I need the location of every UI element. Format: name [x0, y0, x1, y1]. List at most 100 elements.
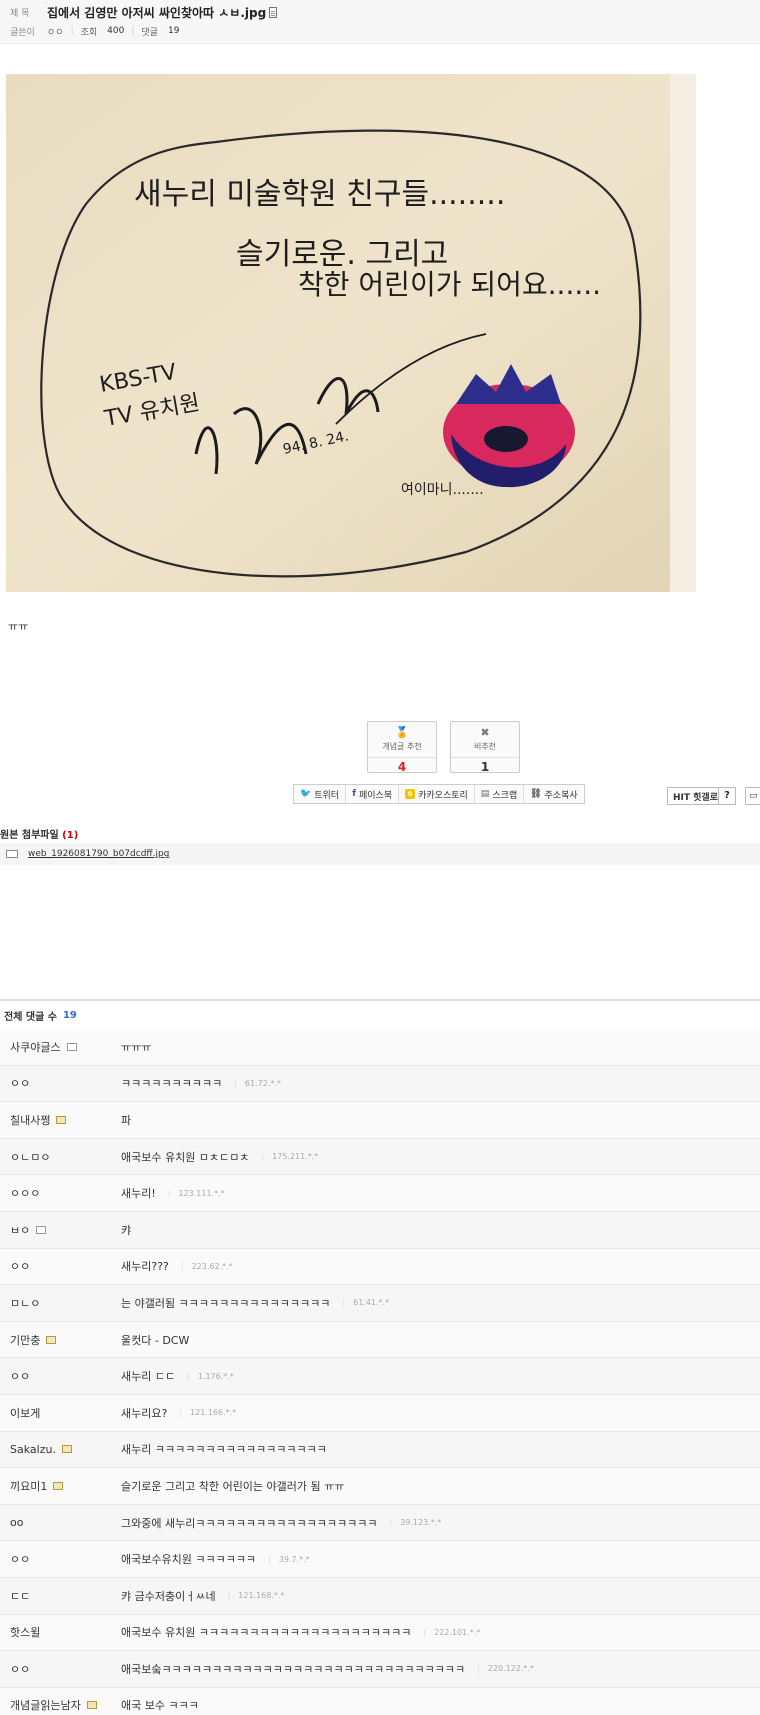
comment-text: 그와중에 새누리ㅋㅋㅋㅋㅋㅋㅋㅋㅋㅋㅋㅋㅋㅋㅋㅋㅋㅋ: [121, 1516, 378, 1530]
comment-ip: 123.111.*.*: [168, 1189, 224, 1198]
comment-author[interactable]: ㄷㄷ: [0, 1588, 121, 1604]
post-image[interactable]: 새누리 미술학원 친구들........ 슬기로운. 그리고 착한 어린이가 되…: [6, 74, 696, 592]
comment-row: ㅇㅇ애국보숰ㅋㅋㅋㅋㅋㅋㅋㅋㅋㅋㅋㅋㅋㅋㅋㅋㅋㅋㅋㅋㅋㅋㅋㅋㅋㅋㅋㅋㅋㅋ 220.…: [0, 1651, 760, 1688]
comment-author[interactable]: ㅂㅇ: [0, 1222, 121, 1238]
comment-row: 핫스윌애국보수 유치원 ㅋㅋㅋㅋㅋㅋㅋㅋㅋㅋㅋㅋㅋㅋㅋㅋㅋㅋㅋㅋㅋ 222.101…: [0, 1614, 760, 1652]
comment-row: 이보게새누리요? 121.166.*.*: [0, 1394, 760, 1432]
comment-text: 캬: [121, 1223, 132, 1237]
comment-author[interactable]: 칠내사쩡: [0, 1112, 121, 1128]
twitter-share-button[interactable]: 🐦 트위터: [294, 785, 347, 803]
x-icon: ✖: [480, 726, 490, 739]
comment-text: 파: [121, 1113, 132, 1127]
gallog-user-icon: [46, 1335, 57, 1344]
comment-row: ㅇㅇㅇ새누리! 123.111.*.*: [0, 1175, 760, 1212]
medal-icon: 🏅: [395, 726, 409, 739]
comment-row: 사쿠야글스 ㅠㅠㅠ: [0, 1029, 760, 1066]
comment-text: 울컷다 - DCW: [121, 1333, 190, 1347]
comments-count: 19: [167, 26, 180, 36]
attachment-link[interactable]: web_1926081790_b07dcdff.jpg: [28, 849, 169, 859]
comment-author[interactable]: ㅇㅇ: [0, 1258, 121, 1274]
comment-ip: 222.101.*.*: [423, 1628, 480, 1637]
comment-row: ㅂㅇ 캬: [0, 1211, 760, 1249]
comment-author[interactable]: ㅇㄴㅁㅇ: [0, 1149, 121, 1165]
comment-author[interactable]: ㅁㄴㅇ: [0, 1295, 121, 1311]
comment-author[interactable]: 핫스윌: [0, 1624, 121, 1640]
comments-label: 댓글: [141, 27, 158, 38]
comment-author[interactable]: ㅇㅇ: [0, 1661, 121, 1677]
facebook-share-button[interactable]: f 페이스북: [346, 785, 400, 803]
comment-row: 끼요미1 슬기로운 그리고 착한 어린이는 야갤러가 됨 ㅠㅠ: [0, 1468, 760, 1505]
gallog-user-icon: [53, 1481, 64, 1490]
comment-author[interactable]: ㅇㅇ: [0, 1551, 121, 1567]
comment-author[interactable]: ㅇㅇ: [0, 1368, 121, 1384]
comment-text: 새누리 ㅋㅋㅋㅋㅋㅋㅋㅋㅋㅋㅋㅋㅋㅋㅋㅋㅋ: [121, 1443, 327, 1457]
mom-text: 여이마니.......: [401, 482, 484, 498]
share-bar: 🐦 트위터 f 페이스북 s 카카오스토리 ▤ 스크랩 ⛓ 주소복사: [293, 784, 585, 804]
comment-author[interactable]: 끼요미1: [0, 1478, 121, 1494]
comment-ip: 121.166.*.*: [179, 1408, 236, 1417]
handwriting-line-2: 슬기로운. 그리고: [236, 237, 448, 272]
comment-text: 애국 보수 ㅋㅋㅋ: [121, 1699, 199, 1713]
post-title: 집에서 김영만 아저씨 싸인찾아따 ㅅㅂ.jpg: [47, 5, 267, 20]
not-recommend-button[interactable]: ✖ 비추천 1: [450, 721, 520, 774]
recommend-button[interactable]: 🏅 개념글 추천 4: [367, 721, 437, 774]
scrap-button[interactable]: ▤ 스크랩: [475, 785, 525, 803]
comment-ip: 1.176.*.*: [187, 1372, 234, 1381]
post-header: 제 목 집에서 김영만 아저씨 싸인찾아따 ㅅㅂ.jpg 글쓴이 ㅇㅇ | 조회…: [0, 0, 760, 44]
gallog-user-icon: [86, 1701, 97, 1710]
comment-ip: 39.7.*.*: [268, 1555, 310, 1564]
fixed-user-icon: [66, 1042, 77, 1051]
help-button[interactable]: ?: [718, 787, 736, 805]
comment-author[interactable]: ㅇㅇㅇ: [0, 1185, 121, 1201]
comment-author[interactable]: 이보게: [0, 1405, 121, 1421]
attachment-title: 원본 첨부파일 (1): [0, 830, 79, 841]
title-row: 제 목 집에서 김영만 아저씨 싸인찾아따 ㅅㅂ.jpg: [10, 4, 278, 20]
comment-ip: 39.123.*.*: [390, 1518, 441, 1527]
views-label: 조회: [80, 27, 98, 38]
comment-row: 기만충 울컷다 - DCW: [0, 1321, 760, 1359]
comment-text: 새누리요?: [121, 1406, 168, 1420]
comment-author[interactable]: ㅇㅇ: [0, 1075, 121, 1091]
copy-url-button[interactable]: ⛓ 주소복사: [524, 785, 584, 803]
attachment-row: web_1926081790_b07dcdff.jpg: [0, 843, 760, 865]
comment-icon-button[interactable]: ▭: [745, 787, 760, 805]
twitter-icon: 🐦: [300, 789, 312, 799]
comment-author[interactable]: 사쿠야글스: [0, 1039, 121, 1055]
comment-author[interactable]: oo: [0, 1516, 121, 1529]
not-recommend-count: 1: [451, 757, 519, 774]
kakaostory-share-button[interactable]: s 카카오스토리: [399, 785, 475, 803]
kakaostory-icon: s: [405, 789, 416, 799]
comment-row: 칠내사쩡 파: [0, 1102, 760, 1139]
image-file-icon: [269, 6, 278, 18]
image-file-icon: [6, 850, 18, 858]
comment-ip: 220.122.*.*: [477, 1664, 534, 1673]
comment-text: 애국보수 유치원 ㅁㅊㄷㅁㅊ: [121, 1150, 250, 1164]
comment-row: Sakalzu. 새누리 ㅋㅋㅋㅋㅋㅋㅋㅋㅋㅋㅋㅋㅋㅋㅋㅋㅋ: [0, 1431, 760, 1469]
comment-text: ㅋㅋㅋㅋㅋㅋㅋㅋㅋㅋ: [121, 1077, 223, 1091]
comment-row: ㅇㅇ애국보수유치원 ㅋㅋㅋㅋㅋㅋ 39.7.*.*: [0, 1541, 760, 1578]
handwriting-line-1: 새누리 미술학원 친구들........: [134, 177, 505, 212]
comment-row: ㅇㅇ새누리 ㄷㄷ 1.176.*.*: [0, 1358, 760, 1395]
comment-ip: 121.168.*.*: [228, 1591, 284, 1600]
comment-text: 캬 금수저충이ㅓㅆ네: [121, 1589, 216, 1603]
comment-author[interactable]: 개념글읽는남자: [0, 1697, 121, 1713]
comment-text: 는 야갤러됨 ㅋㅋㅋㅋㅋㅋㅋㅋㅋㅋㅋㅋㅋㅋㅋ: [121, 1296, 331, 1310]
comment-list: 사쿠야글스ㅠㅠㅠㅇㅇㅋㅋㅋㅋㅋㅋㅋㅋㅋㅋ61.72.*.*칠내사쩡파ㅇㄴㅁㅇ애국…: [0, 1029, 760, 1715]
comment-header: 전체 댓글 수 19: [0, 999, 760, 1029]
comment-ip: 175.211.*.*: [261, 1152, 318, 1161]
comment-text: 애국보수유치원 ㅋㅋㅋㅋㅋㅋ: [121, 1553, 257, 1567]
comment-text: 애국보숰ㅋㅋㅋㅋㅋㅋㅋㅋㅋㅋㅋㅋㅋㅋㅋㅋㅋㅋㅋㅋㅋㅋㅋㅋㅋㅋㅋㅋㅋㅋ: [121, 1662, 466, 1676]
comment-ip: 61.72.*.*: [234, 1079, 281, 1088]
comment-text: 새누리!: [121, 1187, 156, 1201]
comment-ip: 61.41.*.*: [342, 1298, 389, 1307]
comment-author[interactable]: 기만충: [0, 1332, 121, 1348]
fixed-user-icon: [36, 1225, 47, 1234]
comment-text: ㅠㅠㅠ: [121, 1040, 152, 1054]
hit-gallery-button[interactable]: HIT 힛갤로: [667, 787, 724, 805]
gallog-user-icon: [61, 1445, 72, 1454]
author-name[interactable]: ㅇㅇ: [47, 25, 64, 38]
handwriting-line-3: 착한 어린이가 되어요......: [298, 268, 601, 301]
comment-section: 전체 댓글 수 19 사쿠야글스ㅠㅠㅠㅇㅇㅋㅋㅋㅋㅋㅋㅋㅋㅋㅋ61.72.*.*…: [0, 999, 760, 1715]
comment-author[interactable]: Sakalzu.: [0, 1443, 121, 1456]
comment-row: 개념글읽는남자 애국 보수 ㅋㅋㅋ: [0, 1687, 760, 1715]
